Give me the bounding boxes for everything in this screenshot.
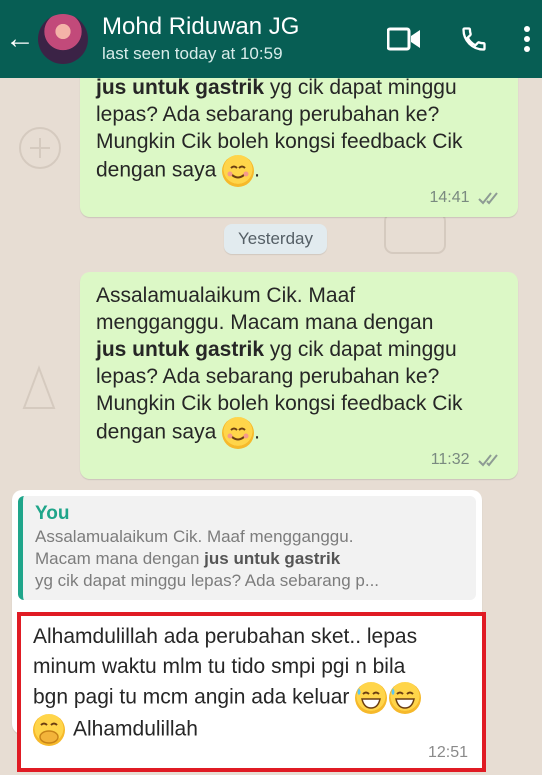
quoted-message[interactable]: You Assalamualaikum Cik. Maaf mengganggu… xyxy=(18,496,476,600)
message-text: jus untuk gastrik yg cik dapat minggu le… xyxy=(96,78,502,187)
double-check-icon xyxy=(478,192,498,205)
double-check-icon xyxy=(478,454,498,467)
outgoing-message[interactable]: jus untuk gastrik yg cik dapat minggu le… xyxy=(80,78,518,217)
wallpaper-doodle-icon xyxy=(22,365,56,409)
chat-header: ← Mohd Riduwan JG last seen today at 10:… xyxy=(0,0,542,78)
contact-name: Mohd Riduwan JG xyxy=(102,13,300,40)
highlighted-reply[interactable]: Alhamdulillah ada perubahan sket.. lepas… xyxy=(17,612,486,772)
quote-author: You xyxy=(35,503,70,524)
message-text: Assalamualaikum Cik. Maaf mengganggu. Ma… xyxy=(96,282,502,449)
avatar[interactable] xyxy=(38,14,88,64)
date-divider: Yesterday xyxy=(224,224,327,254)
chat-area[interactable]: jus untuk gastrik yg cik dapat minggu le… xyxy=(0,78,542,775)
message-time: 11:32 xyxy=(430,451,470,468)
more-vert-icon[interactable] xyxy=(512,0,542,78)
wallpaper-doodle-icon xyxy=(19,127,61,169)
hand-over-mouth-emoji-icon xyxy=(33,714,65,746)
last-seen-status: last seen today at 10:59 xyxy=(102,44,283,63)
quote-line: Macam mana dengan jus untuk gastrik xyxy=(35,549,341,568)
smiling-face-emoji-icon xyxy=(222,155,255,187)
contact-info[interactable]: Mohd Riduwan JG last seen today at 10:59 xyxy=(102,13,382,65)
grinning-sweat-emoji-icon xyxy=(355,682,388,714)
message-meta: 14:41 xyxy=(96,187,502,209)
phone-icon[interactable] xyxy=(452,0,496,78)
reply-text: Alhamdulillah ada perubahan sket.. lepas… xyxy=(33,622,470,746)
smiling-face-emoji-icon xyxy=(222,417,255,449)
grinning-sweat-emoji-icon xyxy=(389,682,422,714)
outgoing-message[interactable]: Assalamualaikum Cik. Maaf mengganggu. Ma… xyxy=(80,272,518,479)
quote-line: Assalamualaikum Cik. Maaf mengganggu. xyxy=(35,527,354,546)
message-time: 12:51 xyxy=(427,744,468,761)
video-call-icon[interactable] xyxy=(382,0,426,78)
quote-line: yg cik dapat minggu lepas? Ada sebarang … xyxy=(35,571,380,590)
message-meta: 11:32 xyxy=(96,449,502,471)
back-arrow-icon[interactable]: ← xyxy=(2,0,38,78)
message-time: 14:41 xyxy=(429,189,470,206)
